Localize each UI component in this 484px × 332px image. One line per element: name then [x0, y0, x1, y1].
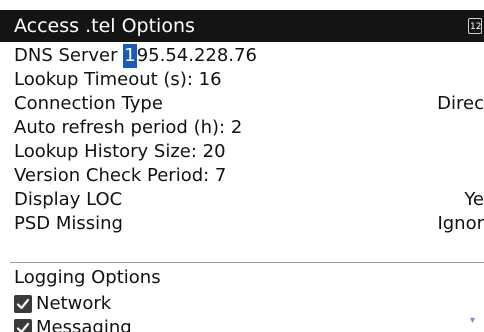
version-check-text: Version Check Period: 7 [14, 165, 227, 186]
lookup-timeout-field[interactable]: Lookup Timeout (s): 16 [0, 68, 484, 92]
text-cursor: 1 [123, 44, 137, 68]
dns-server-field[interactable]: DNS Server 195.54.228.76 [0, 44, 484, 68]
auto-refresh-field[interactable]: Auto refresh period (h): 2 [0, 116, 484, 140]
dns-server-row: DNS Server 195.54.228.76 [14, 44, 257, 68]
display-loc-value: Ye [464, 189, 484, 210]
lookup-history-text: Lookup History Size: 20 [14, 141, 226, 162]
lookup-history-field[interactable]: Lookup History Size: 20 [0, 140, 484, 164]
title-bar: Access .tel Options 12 [0, 10, 484, 42]
psd-missing-label: PSD Missing [14, 213, 123, 234]
network-label: Network [36, 293, 112, 314]
connection-type-value: Direc [437, 93, 484, 114]
messaging-label: Messaging [36, 317, 132, 332]
display-loc-label: Display LOC [14, 189, 123, 210]
scroll-down-indicator-icon: ▾ [470, 315, 476, 326]
clock-icon: 12 [468, 18, 482, 34]
lookup-timeout-text: Lookup Timeout (s): 16 [14, 69, 222, 90]
checkmark-icon [16, 322, 30, 332]
network-checkbox[interactable] [14, 295, 32, 313]
messaging-checkbox[interactable] [14, 319, 32, 332]
logging-options-heading: Logging Options [0, 266, 484, 290]
psd-missing-value: Ignor [437, 213, 484, 234]
display-loc-dropdown[interactable]: Display LOC Ye [0, 188, 484, 212]
options-screen: Access .tel Options 12 DNS Server 195.54… [0, 0, 484, 332]
window-title: Access .tel Options [14, 15, 195, 37]
version-check-field[interactable]: Version Check Period: 7 [0, 164, 484, 188]
network-checkbox-row[interactable]: Network [0, 292, 484, 316]
connection-type-label: Connection Type [14, 93, 163, 114]
auto-refresh-text: Auto refresh period (h): 2 [14, 117, 243, 138]
dns-server-value: 95.54.228.76 [136, 45, 257, 66]
section-divider [10, 262, 484, 263]
checkmark-icon [16, 298, 30, 310]
connection-type-dropdown[interactable]: Connection Type Direc [0, 92, 484, 116]
logging-heading-text: Logging Options [14, 267, 161, 288]
messaging-checkbox-row[interactable]: Messaging [0, 316, 484, 332]
dns-server-label: DNS Server [14, 45, 118, 66]
psd-missing-dropdown[interactable]: PSD Missing Ignor [0, 212, 484, 236]
